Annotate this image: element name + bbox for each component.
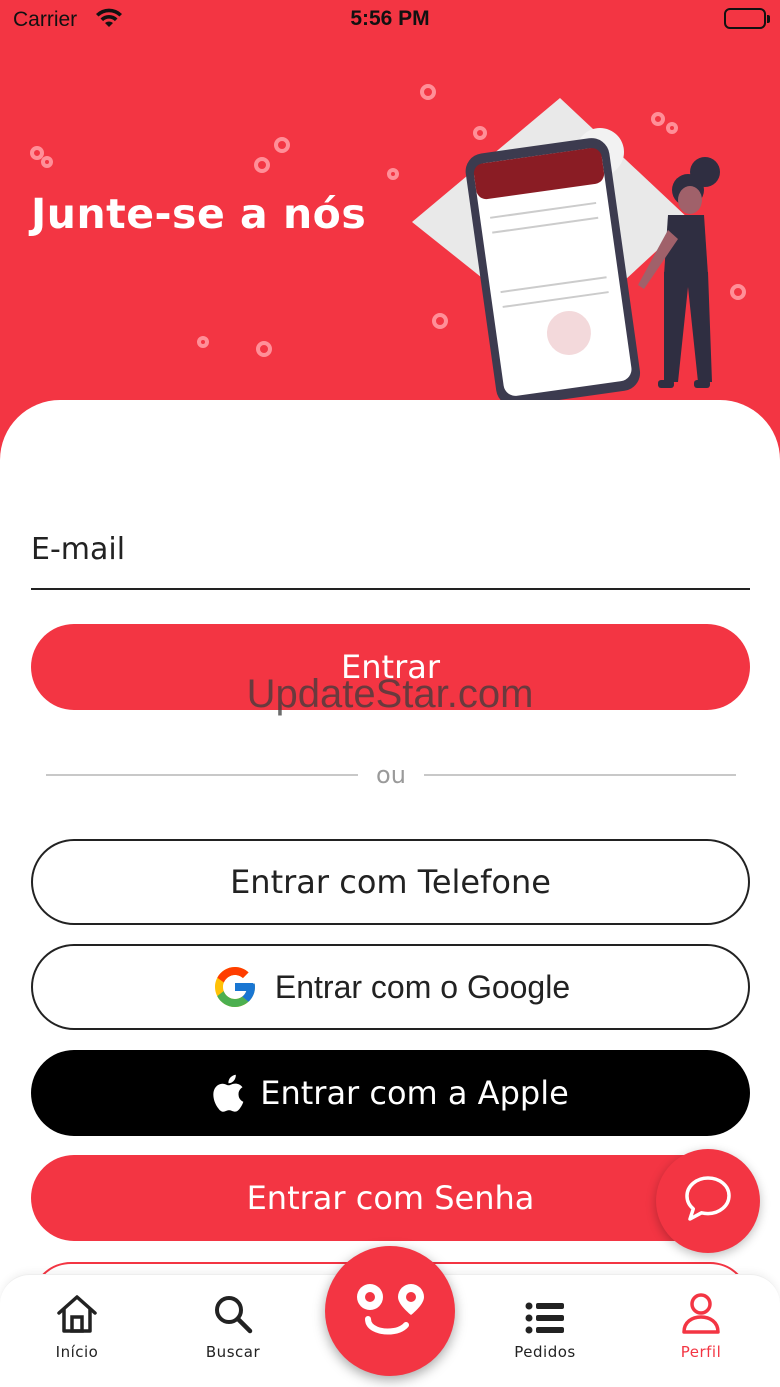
list-icon: [524, 1275, 566, 1335]
chat-bubble-icon: [682, 1174, 734, 1228]
login-button[interactable]: Entrar: [31, 624, 750, 710]
phone-login-button[interactable]: Entrar com Telefone: [31, 839, 750, 925]
apple-login-label: Entrar com a Apple: [260, 1074, 569, 1112]
divider-line-left: [46, 774, 359, 776]
tab-perfil[interactable]: Perfil: [646, 1275, 756, 1375]
phone-login-label: Entrar com Telefone: [230, 863, 551, 901]
battery-icon: [724, 8, 770, 29]
status-bar: Carrier 5:56 PM: [0, 0, 780, 40]
brand-face-icon: [354, 1279, 426, 1343]
google-icon: [211, 963, 259, 1011]
login-button-label: Entrar: [341, 648, 440, 686]
divider-label: ou: [376, 761, 406, 789]
clock: 5:56 PM: [350, 7, 430, 30]
page-title: Junte-se a nós: [31, 190, 367, 238]
tab-inicio[interactable]: Início: [22, 1275, 132, 1375]
tab-inicio-label: Início: [55, 1343, 99, 1361]
email-input[interactable]: [31, 520, 750, 567]
center-logo-button[interactable]: [325, 1246, 455, 1376]
or-divider: ou: [46, 760, 736, 790]
chat-button[interactable]: [656, 1149, 760, 1253]
divider-line-right: [423, 774, 736, 776]
search-icon: [212, 1275, 254, 1335]
password-login-button[interactable]: Entrar com Senha: [31, 1155, 750, 1241]
tab-buscar[interactable]: Buscar: [178, 1275, 288, 1375]
home-icon: [55, 1275, 99, 1335]
tab-pedidos[interactable]: Pedidos: [490, 1275, 600, 1375]
tab-buscar-label: Buscar: [205, 1343, 261, 1361]
apple-login-button[interactable]: Entrar com a Apple: [31, 1050, 750, 1136]
google-login-label: Entrar com o Google: [274, 968, 571, 1005]
tab-perfil-label: Perfil: [680, 1343, 722, 1361]
user-icon: [680, 1275, 722, 1335]
google-login-button[interactable]: Entrar com o Google: [31, 944, 750, 1030]
apple-icon: [212, 1074, 244, 1112]
password-login-label: Entrar com Senha: [246, 1179, 535, 1217]
tab-pedidos-label: Pedidos: [514, 1343, 576, 1361]
email-field-wrapper: [31, 520, 750, 590]
